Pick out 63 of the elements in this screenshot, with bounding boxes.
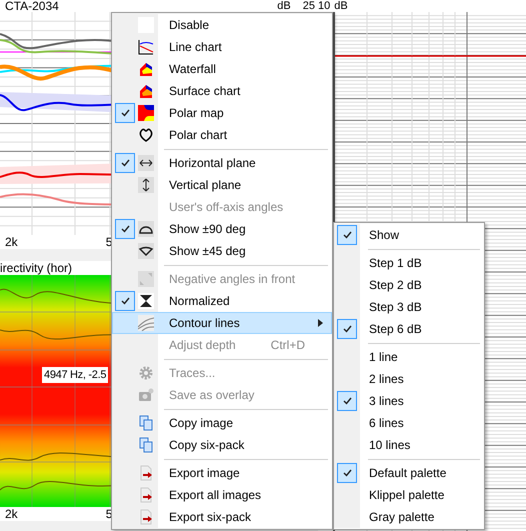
gear-icon (138, 365, 154, 381)
unit-label: dB (334, 0, 348, 12)
menu-item[interactable]: Step 3 dB (334, 296, 484, 318)
menu-item[interactable]: Show ±45 deg (112, 240, 332, 262)
export-icon (138, 509, 154, 525)
menu-item[interactable]: Vertical plane (112, 174, 332, 196)
menu-item[interactable]: Show (334, 224, 484, 246)
checkmark-icon (342, 397, 352, 405)
export-icon (138, 465, 154, 481)
tooltip: 4947 Hz, -2.5 (42, 367, 108, 383)
unit-label: dB (277, 0, 291, 12)
waterfall-icon (138, 61, 154, 77)
copy-icon (138, 437, 154, 453)
contour-lines-icon (138, 315, 154, 331)
shortcut-label: Ctrl+D (270, 337, 305, 354)
menu-item[interactable]: Waterfall (112, 58, 332, 80)
menu-item[interactable]: Contour lines (112, 312, 332, 334)
menu-item[interactable]: Copy six-pack (112, 434, 332, 456)
axis-label: 2k (5, 506, 18, 523)
menu-item[interactable]: 2 lines (334, 368, 484, 390)
menu-item[interactable]: Step 6 dB (334, 318, 484, 340)
heatmap-icon (138, 105, 154, 121)
chart-title: irectivity (hor) (0, 260, 72, 277)
menu-item[interactable]: Normalized (112, 290, 332, 312)
menu-item[interactable]: Show ±90 deg (112, 218, 332, 240)
chart-title: CTA-2034 (5, 0, 59, 12)
checkmark-icon (342, 469, 352, 477)
menu-item[interactable]: 1 line (334, 346, 484, 368)
checkmark-icon (120, 225, 130, 233)
checkmark-icon (120, 159, 130, 167)
checkmark-icon (120, 109, 130, 117)
axis-tick: 25 (302, 1, 315, 11)
camera-icon (138, 387, 154, 403)
menu-item[interactable]: Step 1 dB (334, 252, 484, 274)
axis-label: 2k (5, 236, 18, 248)
menu-item[interactable]: Export six-pack (112, 506, 332, 528)
menu-item[interactable]: Surface chart (112, 80, 332, 102)
menu-item[interactable]: Disable (112, 14, 332, 36)
menu-item[interactable]: Gray palette (334, 506, 484, 528)
axis-tick: 10 (318, 1, 330, 11)
export-icon (138, 487, 154, 503)
checkmark-icon (342, 231, 352, 239)
menu-item[interactable]: 3 lines (334, 390, 484, 412)
menu-item[interactable]: Line chart (112, 36, 332, 58)
surface-chart-icon (138, 83, 154, 99)
menu-item[interactable]: Horizontal plane (112, 152, 332, 174)
menu-item[interactable]: Default palette (334, 462, 484, 484)
menu-item[interactable]: Export all images (112, 484, 332, 506)
menu-item[interactable]: Polar chart (112, 124, 332, 146)
hourglass-icon (138, 293, 154, 309)
menu-item[interactable]: Polar map (112, 102, 332, 124)
vertical-arrows-icon (138, 177, 154, 193)
menu-item[interactable]: 10 lines (334, 434, 484, 456)
menu-item[interactable]: Copy image (112, 412, 332, 434)
menu-item[interactable]: 6 lines (334, 412, 484, 434)
menu-item[interactable]: Export image (112, 462, 332, 484)
menu-item[interactable]: Klippel palette (334, 484, 484, 506)
horizontal-arrows-icon (138, 155, 154, 171)
checkmark-icon (120, 297, 130, 305)
copy-icon (138, 415, 154, 431)
line-chart-icon (138, 39, 154, 55)
menu-item[interactable]: Step 2 dB (334, 274, 484, 296)
checkmark-icon (342, 325, 352, 333)
